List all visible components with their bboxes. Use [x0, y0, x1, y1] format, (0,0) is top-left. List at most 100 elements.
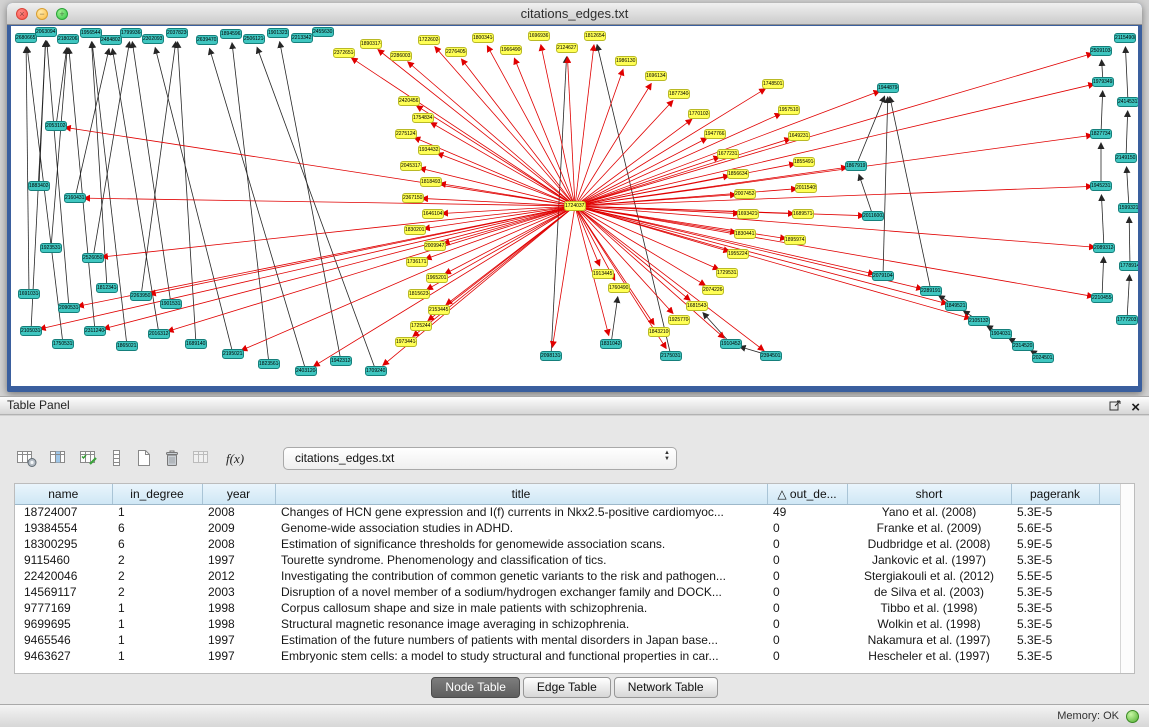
- table-settings-icon[interactable]: [16, 448, 38, 468]
- graph-node[interactable]: 21750313: [660, 351, 682, 361]
- graph-node[interactable]: 17252441: [410, 321, 432, 331]
- graph-node[interactable]: 23945012: [760, 351, 782, 361]
- table-row[interactable]: 1872400712008Changes of HCN gene express…: [15, 504, 1121, 520]
- graph-node[interactable]: 18679197: [845, 161, 867, 171]
- graph-node[interactable]: 18277341: [1090, 129, 1112, 139]
- column-header-1[interactable]: in_degree: [112, 484, 202, 504]
- graph-node[interactable]: 18432106: [648, 327, 670, 337]
- graph-node[interactable]: 20905314: [58, 303, 80, 313]
- graph-node[interactable]: 20630941: [35, 27, 57, 37]
- window-titlebar[interactable]: × − + citations_edges.txt: [7, 3, 1142, 25]
- graph-node[interactable]: 16961343: [645, 71, 667, 81]
- table-row[interactable]: 2242004622012Investigating the contribut…: [15, 568, 1121, 584]
- graph-node[interactable]: 20742264: [702, 285, 724, 295]
- column-header-3[interactable]: title: [275, 484, 767, 504]
- graph-node[interactable]: 19423124: [330, 356, 352, 366]
- graph-node[interactable]: 17789143: [1119, 261, 1138, 271]
- graph-node[interactable]: 19013232: [267, 28, 289, 38]
- graph-node[interactable]: 20115409: [795, 183, 817, 193]
- graph-node[interactable]: 18773404: [668, 89, 690, 99]
- graph-node[interactable]: 18123414: [96, 283, 118, 293]
- graph-node[interactable]: 18834024: [28, 181, 50, 191]
- tab-node-table[interactable]: Node Table: [431, 677, 520, 698]
- graph-node[interactable]: 18302012: [404, 225, 426, 235]
- table-row[interactable]: 946554611997Estimation of the future num…: [15, 632, 1121, 648]
- graph-node[interactable]: 18495213: [945, 301, 967, 311]
- graph-node[interactable]: 19235314: [40, 243, 62, 253]
- graph-node[interactable]: 22639503: [130, 291, 152, 301]
- graph-node[interactable]: 23020937: [142, 34, 164, 44]
- graph-node[interactable]: 19477663: [704, 129, 726, 139]
- graph-node[interactable]: 18903174: [360, 39, 382, 49]
- graph-node[interactable]: 22751243: [395, 129, 417, 139]
- graph-node[interactable]: 19734414: [395, 337, 417, 347]
- graph-node[interactable]: 17226024: [418, 35, 440, 45]
- graph-node[interactable]: 22891913: [920, 286, 942, 296]
- table-row[interactable]: 1830029562008Estimation of significance …: [15, 536, 1121, 552]
- graph-node[interactable]: 19104524: [720, 339, 742, 349]
- graph-node[interactable]: 17361713: [406, 257, 428, 267]
- graph-node[interactable]: 21051324: [968, 316, 990, 326]
- graph-node[interactable]: 19575103: [778, 105, 800, 115]
- graph-node[interactable]: 24204562: [398, 96, 420, 106]
- graph-node[interactable]: 22133421: [291, 33, 313, 43]
- graph-node[interactable]: 19861301: [615, 56, 637, 66]
- table-row[interactable]: 969969511998Structural magnetic resonanc…: [15, 616, 1121, 632]
- graph-node[interactable]: 24145313: [1117, 97, 1138, 107]
- graph-node[interactable]: 21604313: [64, 193, 86, 203]
- graph-node[interactable]: 17701024: [688, 109, 710, 119]
- graph-node[interactable]: 19040312: [990, 329, 1012, 339]
- graph-node[interactable]: 16815434: [686, 301, 708, 311]
- graph-node[interactable]: 21534451: [428, 305, 450, 315]
- graph-node[interactable]: 24556301: [312, 27, 334, 37]
- graph-node[interactable]: 18003414: [472, 33, 494, 43]
- graph-node[interactable]: 16910314: [18, 289, 40, 299]
- graph-node[interactable]: 20453174: [400, 161, 422, 171]
- float-panel-icon[interactable]: [1109, 399, 1122, 416]
- zoom-window-button[interactable]: +: [56, 8, 68, 20]
- graph-node[interactable]: 20378236: [166, 28, 188, 38]
- column-visibility-icon[interactable]: [49, 448, 68, 468]
- graph-node[interactable]: 18554914: [793, 157, 815, 167]
- new-table-icon[interactable]: [134, 448, 152, 468]
- graph-node[interactable]: 17295312: [716, 268, 738, 278]
- graph-node[interactable]: 23112404: [84, 326, 106, 336]
- graph-node[interactable]: 17505315: [52, 339, 74, 349]
- graph-node[interactable]: 17092403: [365, 366, 387, 376]
- graph-node[interactable]: 20531024: [45, 121, 67, 131]
- graph-node[interactable]: 19452312: [1090, 181, 1112, 191]
- graph-node[interactable]: 24848021: [100, 35, 122, 45]
- column-header-0[interactable]: name: [15, 484, 112, 504]
- graph-node[interactable]: 18184932: [420, 177, 442, 187]
- graph-node[interactable]: 24031204: [295, 366, 317, 376]
- table-row[interactable]: 911546021997Tourette syndrome. Phenomeno…: [15, 552, 1121, 568]
- table-row[interactable]: 1938455462009Genome-wide association stu…: [15, 520, 1121, 536]
- function-builder-icon[interactable]: f(x): [223, 448, 250, 468]
- graph-node[interactable]: 16461045: [422, 209, 444, 219]
- graph-node[interactable]: 20981314: [540, 351, 562, 361]
- graph-node[interactable]: 15993214: [1118, 203, 1138, 213]
- delete-table-icon[interactable]: [163, 448, 181, 468]
- graph-node[interactable]: 21802063: [57, 34, 79, 44]
- column-header-5[interactable]: short: [847, 484, 1011, 504]
- table-row[interactable]: 977716911998Corpus callosum shape and si…: [15, 600, 1121, 616]
- close-panel-icon[interactable]: ×: [1131, 401, 1140, 414]
- table-row[interactable]: 1456911722003Disruption of a novel membe…: [15, 584, 1121, 600]
- graph-node[interactable]: 19565441: [80, 28, 102, 38]
- tab-network-table[interactable]: Network Table: [614, 677, 718, 698]
- graph-node[interactable]: 21491502: [1115, 153, 1137, 163]
- graph-node[interactable]: 18310424: [600, 339, 622, 349]
- graph-node[interactable]: 20245012: [1032, 353, 1054, 363]
- graph-node[interactable]: 18959743: [784, 235, 806, 245]
- graph-node[interactable]: 17548341: [412, 113, 434, 123]
- graph-node[interactable]: 19448794: [877, 83, 899, 93]
- minimize-window-button[interactable]: −: [36, 8, 48, 20]
- table-row[interactable]: 946362711997Embryonic stem cells: a mode…: [15, 648, 1121, 664]
- graph-node[interactable]: 20791044: [872, 271, 894, 281]
- graph-node[interactable]: 17485013: [762, 79, 784, 89]
- graph-node[interactable]: 18235614: [258, 359, 280, 369]
- graph-node[interactable]: 19257704: [668, 315, 690, 325]
- graph-node[interactable]: 20074524: [734, 189, 756, 199]
- graph-node[interactable]: 22860032: [390, 51, 412, 61]
- graph-node[interactable]: 18650213: [116, 341, 138, 351]
